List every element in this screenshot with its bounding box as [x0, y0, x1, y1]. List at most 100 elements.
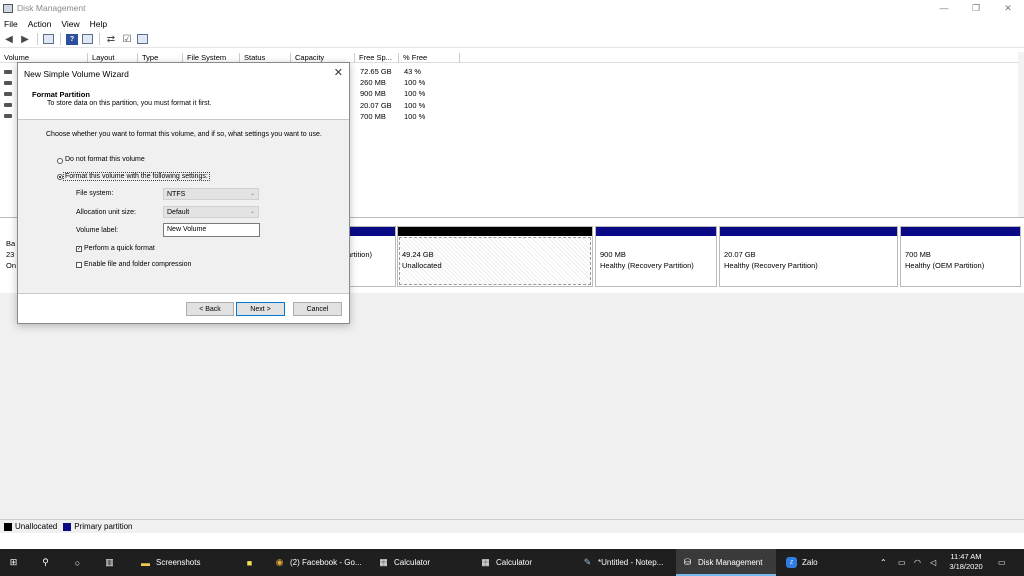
windows-logo-icon: ⊞	[9, 557, 18, 567]
volume-label-label: Volume label:	[76, 227, 119, 234]
quick-format-label[interactable]: Perform a quick format	[84, 245, 155, 252]
allocation-unit-label: Allocation unit size:	[76, 209, 136, 216]
percent-free-cell: 100 %	[404, 111, 426, 121]
col-free-space[interactable]: Free Sp...	[355, 53, 399, 63]
clock-time: 11:47 AM	[950, 552, 982, 561]
taskbar-item-label: *Untitled - Notep...	[598, 558, 664, 567]
back-arrow-icon[interactable]: ◀	[3, 34, 15, 45]
taskbar-item-calculator-1[interactable]: ▦ Calculator	[372, 549, 468, 576]
battery-icon[interactable]: ▭	[898, 549, 912, 576]
partition-block-unallocated[interactable]: 49.24 GB Unallocated	[397, 226, 593, 287]
free-space-cell: 900 MB	[360, 89, 386, 99]
label-format[interactable]: Format this volume with the following se…	[63, 172, 210, 181]
primary-partition-bar	[720, 227, 897, 236]
clock-date: 3/18/2020	[949, 562, 983, 571]
taskbar-item-label: Calculator	[496, 558, 533, 567]
wifi-icon[interactable]: ◠	[914, 549, 928, 576]
minimize-button[interactable]: —	[928, 0, 960, 16]
menu-action[interactable]: Action	[28, 19, 52, 29]
back-button[interactable]: < Back	[186, 302, 234, 316]
radio-no-format[interactable]	[57, 158, 63, 164]
restore-button[interactable]: ❐	[960, 0, 992, 16]
disk-management-icon	[3, 3, 13, 13]
disk-label[interactable]: Ba 23 On	[6, 238, 16, 271]
new-simple-volume-wizard: New Simple Volume Wizard ✕ Format Partit…	[17, 62, 350, 324]
next-button[interactable]: Next >	[236, 302, 285, 316]
legend-unallocated: Unallocated	[15, 522, 58, 531]
taskbar: ⊞ ⚲ ○ ▥ ▬ Screenshots ■ ◉ (2) Facebook -…	[0, 549, 1024, 576]
tray-chevron-up-icon[interactable]: ⌃	[880, 549, 892, 576]
menu-view[interactable]: View	[61, 19, 79, 29]
vertical-scrollbar[interactable]	[1018, 52, 1024, 217]
taskbar-item-sticky-notes[interactable]: ■	[238, 549, 262, 576]
forward-arrow-icon[interactable]: ▶	[19, 34, 31, 45]
disk-label-line: Ba	[6, 239, 16, 248]
cancel-button[interactable]: Cancel	[293, 302, 342, 316]
taskbar-item-chrome[interactable]: ◉ (2) Facebook - Go...	[268, 549, 364, 576]
connect-drive-icon[interactable]: ⇄	[105, 34, 117, 45]
label-no-format[interactable]: Do not format this volume	[65, 156, 145, 163]
percent-free-cell: 100 %	[404, 89, 426, 99]
task-view-icon: ▥	[105, 557, 114, 567]
taskbar-item-label: Disk Management	[698, 558, 763, 567]
allocation-unit-value: Default	[167, 209, 190, 216]
menu-help[interactable]: Help	[90, 19, 107, 29]
disk-label-line: On	[6, 261, 17, 270]
chevron-down-icon: ⌄	[249, 209, 255, 215]
console-tree-icon[interactable]	[43, 34, 54, 44]
checklist-icon[interactable]: ☑	[121, 34, 133, 45]
search-button[interactable]: ⚲	[40, 549, 60, 576]
partition-block[interactable]: 900 MB Healthy (Recovery Partition)	[595, 226, 717, 287]
toolbar: ◀ ▶ ? ⇄ ☑	[0, 31, 1024, 48]
taskbar-item-disk-management[interactable]: ⛁ Disk Management	[676, 549, 776, 576]
taskbar-item-label: Zalo	[802, 558, 818, 567]
volume-icon[interactable]: ◁	[930, 549, 944, 576]
percent-free-cell: 100 %	[404, 78, 426, 88]
disk-label-line: 23	[6, 250, 15, 259]
start-button[interactable]: ⊞	[8, 549, 32, 576]
taskbar-item-screenshots[interactable]: ▬ Screenshots	[134, 549, 228, 576]
chrome-icon: ◉	[275, 557, 284, 567]
wizard-title: New Simple Volume Wizard	[24, 69, 129, 79]
allocation-unit-select[interactable]: Default ⌄	[163, 206, 259, 218]
compression-checkbox[interactable]	[76, 262, 82, 268]
taskbar-item-label: (2) Facebook - Go...	[290, 558, 362, 567]
taskbar-item-notepad[interactable]: ✎ *Untitled - Notep...	[576, 549, 672, 576]
wizard-close-button[interactable]: ✕	[334, 66, 343, 79]
calculator-icon: ▦	[379, 557, 388, 567]
partition-status: Unallocated	[402, 261, 442, 270]
file-system-select[interactable]: NTFS ⌄	[163, 188, 259, 200]
properties-icon[interactable]	[82, 34, 93, 44]
partition-block[interactable]: 20.07 GB Healthy (Recovery Partition)	[719, 226, 898, 287]
free-space-cell: 72.65 GB	[360, 67, 392, 77]
folder-icon: ▬	[141, 557, 150, 568]
free-space-cell: 700 MB	[360, 111, 386, 121]
quick-format-checkbox[interactable]: ✓	[76, 246, 82, 252]
partition-block[interactable]: artition)	[346, 226, 396, 287]
percent-free-cell: 100 %	[404, 100, 426, 110]
partition-block[interactable]: 700 MB Healthy (OEM Partition)	[900, 226, 1021, 287]
compression-label[interactable]: Enable file and folder compression	[84, 261, 191, 268]
taskbar-item-calculator-2[interactable]: ▦ Calculator	[474, 549, 570, 576]
volume-label-input[interactable]: New Volume	[163, 223, 260, 237]
task-view-button[interactable]: ▥	[104, 549, 124, 576]
partition-status: Healthy (OEM Partition)	[905, 261, 985, 270]
primary-partition-bar	[901, 227, 1020, 236]
close-button[interactable]: ✕	[992, 0, 1024, 16]
menu-file[interactable]: File	[4, 19, 18, 29]
primary-partition-bar	[347, 227, 395, 236]
toolbar-separator	[99, 33, 100, 45]
help-icon[interactable]: ?	[66, 33, 78, 45]
cortana-button[interactable]: ○	[72, 549, 92, 576]
taskbar-item-zalo[interactable]: Z Zalo	[780, 549, 840, 576]
taskbar-clock[interactable]: 11:47 AM 3/18/2020	[944, 552, 988, 572]
toolbar-separator	[60, 33, 61, 45]
col-percent-free[interactable]: % Free	[399, 53, 460, 63]
notepad-icon: ✎	[583, 557, 592, 567]
disk-management-icon: ⛁	[683, 557, 692, 567]
settings-icon[interactable]	[137, 34, 148, 44]
free-space-cell: 260 MB	[360, 78, 386, 88]
zalo-icon: Z	[786, 557, 797, 568]
window-title: Disk Management	[17, 3, 86, 13]
notifications-icon[interactable]: ▭	[998, 549, 1012, 576]
